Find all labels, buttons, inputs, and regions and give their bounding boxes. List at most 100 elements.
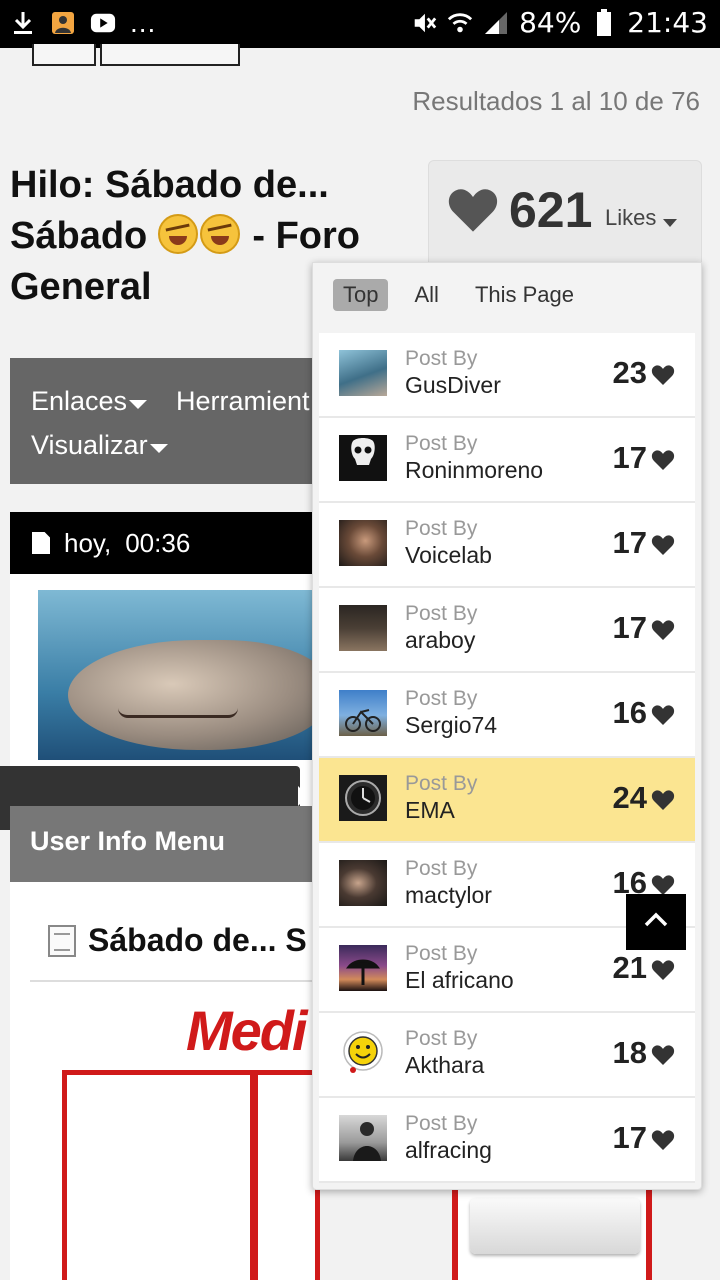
tab-top[interactable]: Top	[333, 279, 389, 311]
nav-herramientas-label: Herramient	[176, 386, 310, 416]
mute-icon	[411, 8, 437, 38]
product-image	[452, 1180, 652, 1280]
avatar	[339, 1030, 387, 1076]
list-item[interactable]: Post By alfracing 17	[319, 1098, 695, 1183]
user-avatar-image[interactable]	[38, 590, 318, 760]
document-icon	[48, 924, 76, 957]
tab-this-page[interactable]: This Page	[465, 279, 584, 311]
avatar	[339, 945, 387, 991]
list-item[interactable]: Post By Akthara 18	[319, 1013, 695, 1098]
username: El africano	[405, 967, 514, 993]
heart-icon	[651, 789, 675, 816]
nav-enlaces[interactable]: Enlaces	[31, 386, 148, 417]
avatar	[339, 1115, 387, 1161]
divider	[30, 980, 320, 982]
avatar	[339, 860, 387, 906]
avatar	[339, 520, 387, 566]
post-by-label: Post By	[405, 772, 478, 795]
signal-icon	[483, 8, 509, 38]
scroll-to-top-button[interactable]	[626, 894, 686, 950]
post-title: Sábado de... S	[48, 922, 307, 959]
heart-icon	[651, 1044, 675, 1071]
avatar	[339, 350, 387, 396]
last-page-button[interactable]	[100, 44, 240, 66]
avatar	[339, 435, 387, 481]
likes-tabs: Top All This Page	[333, 279, 584, 311]
username: GusDiver	[405, 372, 501, 398]
like-count: 17	[612, 1120, 647, 1155]
like-count: 17	[612, 610, 647, 645]
youtube-icon	[90, 8, 116, 38]
pagination	[32, 44, 240, 66]
likes-label: Likes	[605, 205, 657, 230]
nav-enlaces-label: Enlaces	[31, 386, 128, 416]
clock: 21:43	[627, 6, 708, 39]
post-by-label: Post By	[405, 602, 478, 625]
rofl-emoji-icon	[199, 214, 240, 254]
results-count: Resultados 1 al 10 de 76	[412, 86, 700, 116]
user-info-menu[interactable]: User Info Menu	[10, 806, 320, 882]
like-count: 17	[612, 440, 647, 475]
tab-all[interactable]: All	[404, 279, 448, 311]
list-item[interactable]: Post By Sergio74 16	[319, 673, 695, 758]
like-count: 17	[612, 525, 647, 560]
heart-icon	[651, 364, 675, 391]
rofl-emoji-icon	[157, 214, 198, 254]
heart-icon	[651, 959, 675, 986]
post-by-label: Post By	[405, 1027, 478, 1050]
post-by-label: Post By	[405, 687, 478, 710]
nav-visualizar-label: Visualizar	[31, 430, 148, 460]
image-icon	[50, 8, 76, 38]
shark-image	[68, 640, 318, 750]
avatar	[339, 775, 387, 821]
post-by-label: Post By	[405, 517, 478, 540]
chevron-down-icon	[149, 444, 168, 453]
like-count: 18	[612, 1035, 647, 1070]
battery-icon	[591, 8, 617, 38]
battery-percent: 84%	[519, 6, 582, 39]
list-item-highlighted[interactable]: Post By EMA 24	[319, 758, 695, 843]
list-item[interactable]: Post By Roninmoreno 17	[319, 418, 695, 503]
prev-page-button[interactable]	[32, 44, 96, 66]
post-by-label: Post By	[405, 347, 478, 370]
username: Sergio74	[405, 712, 498, 738]
promo-divider	[250, 1074, 258, 1280]
list-item[interactable]: Post By Voicelab 17	[319, 503, 695, 588]
document-icon	[32, 532, 50, 554]
username: alfracing	[405, 1137, 492, 1163]
post-by-label: Post By	[405, 942, 478, 965]
username: Roninmoreno	[405, 457, 544, 483]
post-by-label: Post By	[405, 1112, 478, 1135]
chevron-down-icon	[663, 219, 677, 227]
like-count: 16	[612, 695, 647, 730]
like-count: 24	[612, 780, 647, 815]
like-count: 23	[612, 355, 647, 390]
username: EMA	[405, 797, 455, 823]
avatar	[339, 690, 387, 736]
heart-icon	[651, 1129, 675, 1156]
thread-tools-bar: Enlaces Herramient Visualizar	[10, 358, 320, 484]
heart-icon	[651, 704, 675, 731]
like-count: 21	[612, 950, 647, 985]
air-conditioner-image	[470, 1198, 640, 1254]
status-bar: ... 84% 21:43	[0, 0, 720, 48]
brand-logo: Medi	[186, 999, 308, 1062]
nav-herramientas[interactable]: Herramient	[176, 386, 310, 417]
wifi-icon	[447, 8, 473, 38]
heart-icon	[651, 449, 675, 476]
shark-mouth	[118, 708, 238, 718]
list-item[interactable]: Post By araboy 17	[319, 588, 695, 673]
download-icon	[10, 8, 36, 38]
likes-dropdown: Top All This Page Post By GusDiver 23 Po…	[312, 262, 702, 1190]
likes-count: 621	[509, 182, 593, 238]
chevron-down-icon	[129, 400, 148, 409]
likes-summary-button[interactable]: 621 Likes	[428, 160, 702, 270]
username: Akthara	[405, 1052, 485, 1078]
username: araboy	[405, 627, 476, 653]
list-item[interactable]: Post By GusDiver 23	[319, 333, 695, 418]
post-title-text: Sábado de... S	[88, 922, 307, 958]
promo-image-frame	[62, 1070, 320, 1280]
nav-visualizar[interactable]: Visualizar	[31, 430, 168, 461]
chevron-right-icon	[298, 786, 308, 806]
post-by-label: Post By	[405, 857, 478, 880]
